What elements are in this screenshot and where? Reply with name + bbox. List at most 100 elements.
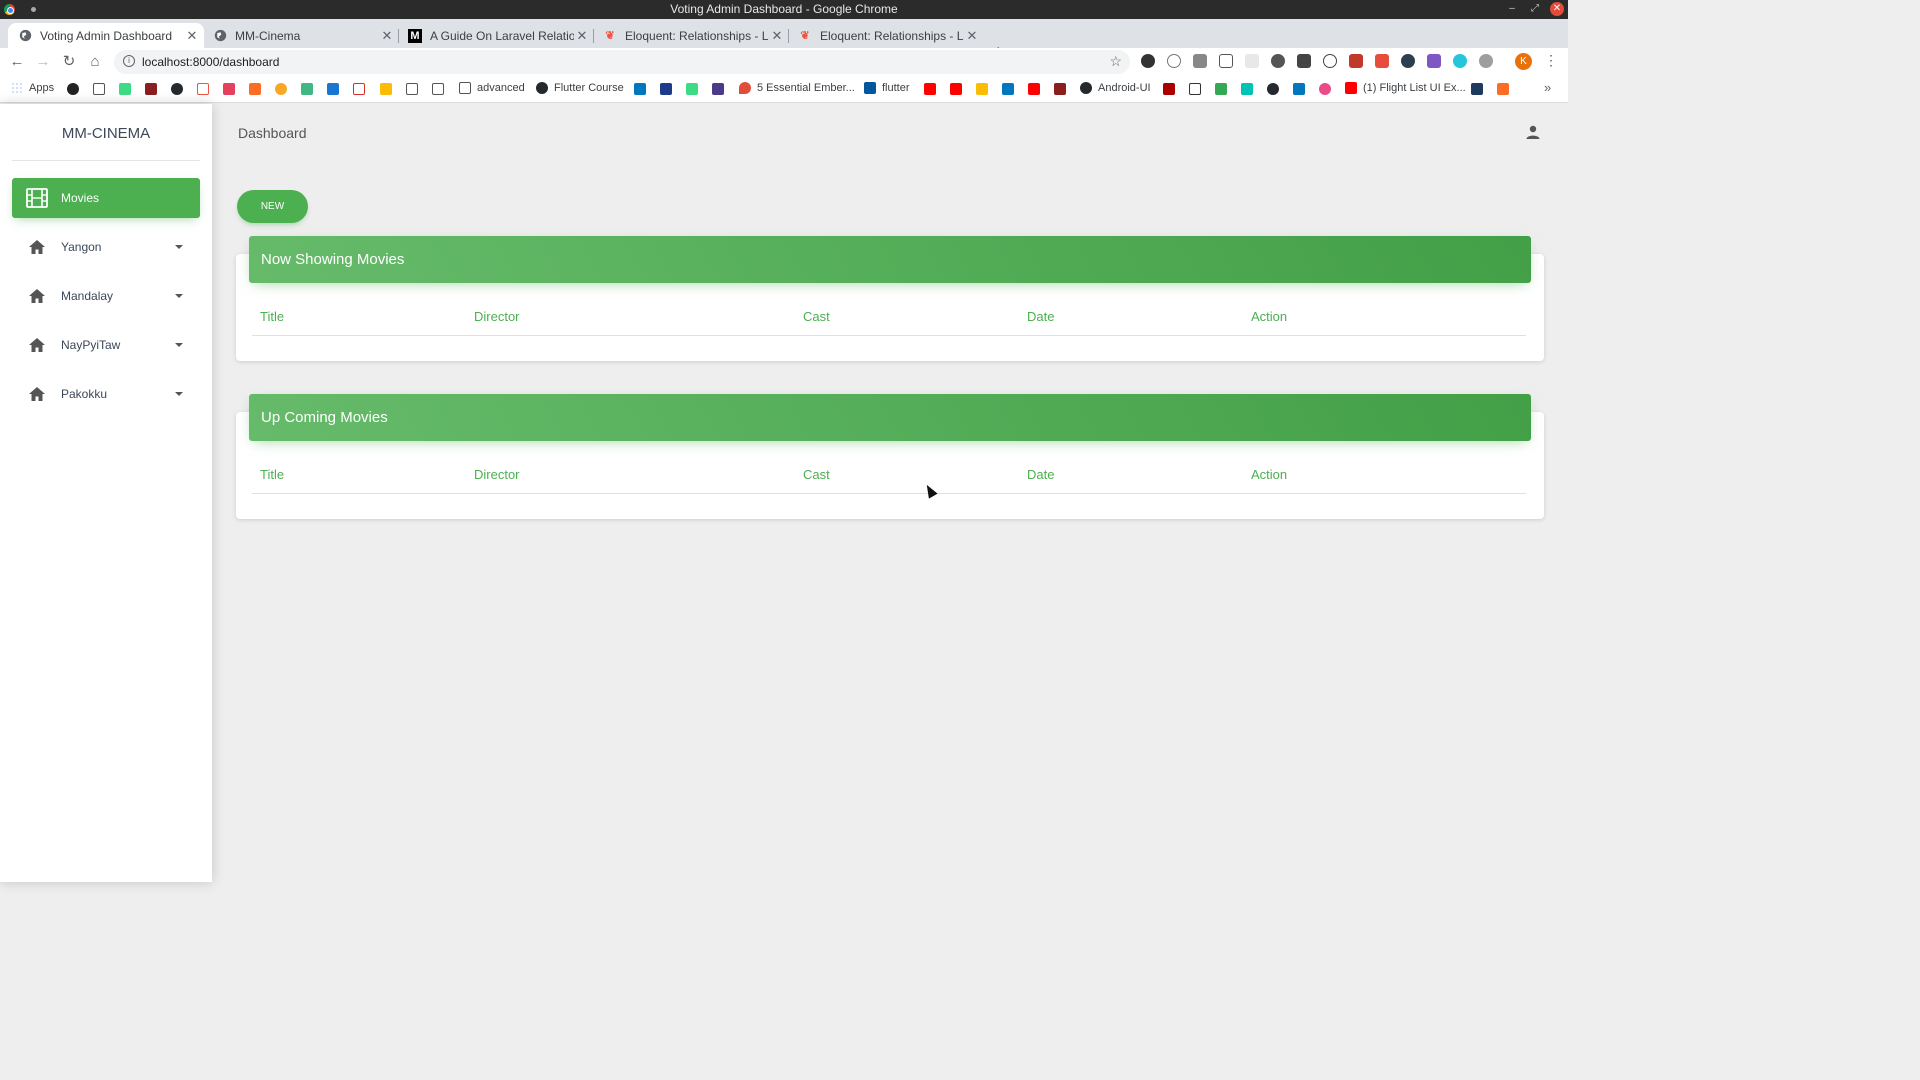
tab-label: A Guide On Laravel Relationshi [430,28,574,43]
column-header-action: Action [1251,309,1288,324]
tab-close-icon[interactable]: ✕ [184,28,200,44]
vue-icon[interactable] [301,83,313,95]
extension-icon[interactable] [1323,54,1337,68]
bookmark-icon[interactable] [712,83,724,95]
gmail-icon[interactable] [353,83,365,95]
extension-icon[interactable] [1271,54,1285,68]
code-icon[interactable] [432,83,444,95]
extension-icon[interactable] [1375,54,1389,68]
tab-close-icon[interactable]: ✕ [769,28,785,44]
page-title[interactable]: Dashboard [238,125,307,141]
card-header: Now Showing Movies [249,236,1531,283]
reload-button[interactable]: ↻ [60,53,78,71]
divider [12,160,200,161]
bookmark-icon[interactable] [1293,83,1305,95]
extension-icon[interactable] [1141,54,1155,68]
bookmark-ember[interactable]: 5 Essential Ember... [739,82,855,94]
globe-icon [213,29,227,43]
bookmark-android-ui[interactable]: Android-UI [1080,82,1151,94]
extension-icon[interactable] [1297,54,1311,68]
minimize-button[interactable]: – [1505,2,1519,16]
tab-voting-admin-dashboard[interactable]: Voting Admin Dashboard ✕ [8,23,204,48]
bookmark-flutter[interactable]: flutter [864,82,910,94]
bookmark-icon[interactable] [1002,83,1014,95]
bookmark-icon[interactable] [145,83,157,95]
github-icon[interactable] [1267,83,1279,95]
sidebar-item-naypyitaw[interactable]: NayPyiTaw [12,325,200,365]
sidebar-item-movies[interactable]: Movies [12,178,200,218]
bookmarks-overflow-icon[interactable]: » [1544,80,1551,95]
extension-icon[interactable] [1401,54,1415,68]
column-header-director: Director [474,467,520,482]
gitlab-icon[interactable] [1497,83,1509,95]
android-icon[interactable] [686,83,698,95]
profile-avatar[interactable]: K [1515,53,1532,70]
android-icon[interactable] [119,83,131,95]
address-bar[interactable]: i localhost:8000/dashboard ☆ [114,50,1130,74]
laravel-icon[interactable] [197,83,209,95]
youtube-icon[interactable] [950,83,962,95]
extension-icon[interactable] [1349,54,1363,68]
column-header-action: Action [1251,467,1288,482]
bookmark-star-icon[interactable]: ☆ [1109,53,1122,70]
user-icon[interactable] [1525,124,1541,140]
bookmark-icon[interactable] [1054,83,1066,95]
bookmark-icon[interactable] [1163,83,1175,95]
now-showing-card: Now Showing Movies Title Director Cast D… [236,236,1544,361]
column-header-date: Date [1027,467,1055,482]
bookmark-icon[interactable] [660,83,672,95]
bookmark-icon[interactable] [1189,83,1201,95]
tab-mm-cinema[interactable]: MM-Cinema ✕ [203,23,399,48]
extension-icon[interactable] [1193,54,1207,68]
bookmark-icon[interactable] [67,83,79,95]
bookmark-flutter-course[interactable]: Flutter Course [536,82,624,94]
drive-icon[interactable] [1215,83,1227,95]
tab-close-icon[interactable]: ✕ [574,28,590,44]
bookmark-icon[interactable] [327,83,339,95]
extension-icon[interactable] [1479,54,1493,68]
youtube-icon[interactable] [924,83,936,95]
bookmark-advanced[interactable]: advanced [459,82,525,94]
bookmark-label: Flutter Course [554,82,624,94]
back-button[interactable]: ← [8,53,26,71]
site-info-icon[interactable]: i [123,55,135,67]
extension-icon[interactable] [1427,54,1441,68]
brand-logo-text[interactable]: MM-CINEMA [0,125,212,142]
close-window-button[interactable]: ✕ [1550,2,1564,16]
gitlab-icon[interactable] [249,83,261,95]
tab-laravel-guide[interactable]: M A Guide On Laravel Relationshi ✕ [398,23,594,48]
dribbble-icon[interactable] [1319,83,1331,95]
card-title: Up Coming Movies [261,409,388,426]
tab-label: Eloquent: Relationships - Larav [625,28,769,43]
sidebar-item-mandalay[interactable]: Mandalay [12,276,200,316]
extension-icon[interactable] [1167,54,1181,68]
sidebar-item-label: Mandalay [61,289,114,303]
bookmark-icon[interactable] [1471,83,1483,95]
home-button[interactable]: ⌂ [86,53,104,71]
extension-icon[interactable] [1245,54,1259,68]
bookmark-icon[interactable] [275,83,287,95]
browser-menu-icon[interactable]: ⋮ [1544,52,1558,69]
bookmark-apps[interactable]: Apps [11,82,54,94]
forward-button[interactable]: → [34,53,52,71]
bookmark-icon[interactable] [223,83,235,95]
bookmark-icon[interactable] [634,83,646,95]
tab-close-icon[interactable]: ✕ [379,28,395,44]
tab-eloquent-relationships-2[interactable]: ❦ Eloquent: Relationships - Larav ✕ [788,23,984,48]
tab-close-icon[interactable]: ✕ [964,28,980,44]
bookmark-icon[interactable] [1241,83,1253,95]
sidebar-item-pakokku[interactable]: Pakokku [12,374,200,414]
tab-eloquent-relationships-1[interactable]: ❦ Eloquent: Relationships - Larav ✕ [593,23,789,48]
send-icon[interactable] [406,83,418,95]
bookmark-flight-list[interactable]: (1) Flight List UI Ex... [1345,82,1466,94]
extension-icon[interactable] [1453,54,1467,68]
sidebar-item-yangon[interactable]: Yangon [12,227,200,267]
code-icon[interactable] [93,83,105,95]
extension-icon[interactable] [1219,54,1233,68]
youtube-icon[interactable] [1028,83,1040,95]
bookmark-icon[interactable] [380,83,392,95]
maximize-button[interactable]: ⤢ [1528,2,1542,16]
bookmark-icon[interactable] [976,83,988,95]
new-movie-button[interactable]: NEW [237,190,308,223]
github-icon[interactable] [171,83,183,95]
